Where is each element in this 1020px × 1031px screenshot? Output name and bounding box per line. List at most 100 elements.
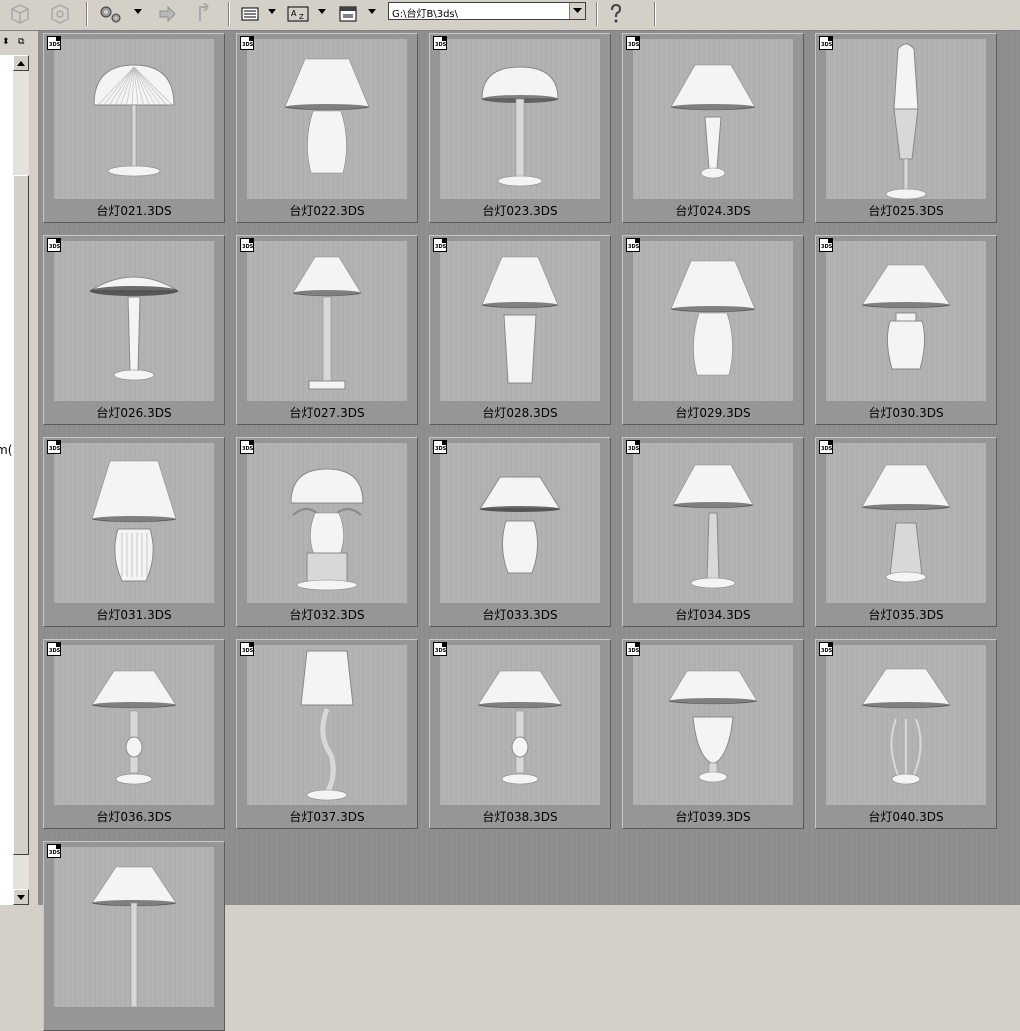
3ds-file-icon: 3DS <box>240 238 254 252</box>
lamp-preview-image <box>247 39 407 199</box>
file-type-label: 3DS <box>821 446 833 452</box>
file-name: 台灯025.3DS <box>868 204 944 218</box>
lamp-preview-image <box>54 241 214 401</box>
export-icon[interactable] <box>154 2 180 26</box>
file-thumbnail[interactable]: 3DS 台灯032.3DS <box>236 437 418 627</box>
scroll-up-button[interactable] <box>13 55 29 71</box>
lamp-preview-image <box>633 443 793 603</box>
render-icon[interactable] <box>6 2 34 26</box>
file-thumbnail[interactable]: 3DS 台灯028.3DS <box>429 235 611 425</box>
lamp-preview-image <box>54 443 214 603</box>
file-name: 台灯023.3DS <box>482 204 558 218</box>
svg-text:A: A <box>291 9 297 18</box>
3ds-file-icon: 3DS <box>47 642 61 656</box>
file-thumbnail[interactable]: 3DS 台灯037.3DS <box>236 639 418 829</box>
file-thumbnail[interactable]: 3DS 台灯024.3DS <box>622 33 804 223</box>
file-type-label: 3DS <box>49 446 61 452</box>
chevron-down-icon[interactable] <box>268 9 276 14</box>
lamp-preview-image <box>826 241 986 401</box>
3ds-file-icon: 3DS <box>47 440 61 454</box>
file-name: 台灯026.3DS <box>96 406 172 420</box>
file-type-label: 3DS <box>49 244 61 250</box>
file-type-label: 3DS <box>435 446 447 452</box>
lamp-preview-image <box>826 645 986 805</box>
sort-az-icon[interactable]: AZ <box>286 2 310 26</box>
thumbnail-gallery[interactable]: 3DS 台灯021.3DS 3DS 台灯022.3DS 3DS 台灯023.3DS 3DS 台… <box>38 31 1020 1031</box>
file-thumbnail[interactable]: 3DS 台灯030.3DS <box>815 235 997 425</box>
file-thumbnail[interactable]: 3DS 台灯033.3DS <box>429 437 611 627</box>
svg-text:Z: Z <box>299 13 304 21</box>
3ds-file-icon: 3DS <box>626 36 640 50</box>
toolbar-separator <box>596 2 598 26</box>
resize-icon[interactable]: ⬍ <box>2 37 10 47</box>
chevron-down-icon[interactable] <box>368 9 376 14</box>
toolbar-separator <box>228 2 230 26</box>
toolbar-separator <box>86 2 88 26</box>
file-thumbnail[interactable]: 3DS 台灯021.3DS <box>43 33 225 223</box>
restore-icon[interactable]: ⧉ <box>18 37 24 47</box>
vertical-scrollbar[interactable] <box>13 55 29 905</box>
3ds-file-icon: 3DS <box>47 238 61 252</box>
lamp-preview-image <box>54 645 214 805</box>
file-thumbnail[interactable]: 3DS 台灯038.3DS <box>429 639 611 829</box>
file-name: 台灯039.3DS <box>675 810 751 824</box>
scroll-down-button[interactable] <box>13 889 29 905</box>
lamp-preview-image <box>247 241 407 401</box>
file-name: 台灯035.3DS <box>868 608 944 622</box>
file-thumbnail[interactable]: 3DS 台灯025.3DS <box>815 33 997 223</box>
file-type-label: 3DS <box>49 42 61 48</box>
file-thumbnail[interactable]: 3DS 台灯034.3DS <box>622 437 804 627</box>
3ds-file-icon: 3DS <box>47 36 61 50</box>
render2-icon[interactable] <box>46 2 74 26</box>
file-thumbnail[interactable]: 3DS 台灯039.3DS <box>622 639 804 829</box>
settings-icon[interactable] <box>94 2 128 26</box>
file-thumbnail[interactable]: 3DS 台灯027.3DS <box>236 235 418 425</box>
lamp-preview-image <box>54 847 214 1007</box>
3ds-file-icon: 3DS <box>47 844 61 858</box>
file-type-label: 3DS <box>435 648 447 654</box>
lamp-preview-image <box>247 443 407 603</box>
file-name: 台灯027.3DS <box>289 406 365 420</box>
chevron-down-icon[interactable] <box>318 9 326 14</box>
3ds-file-icon: 3DS <box>626 440 640 454</box>
3ds-file-icon: 3DS <box>626 642 640 656</box>
file-name: 台灯022.3DS <box>289 204 365 218</box>
import-icon[interactable] <box>192 2 218 26</box>
left-list[interactable]: m( <box>0 55 14 905</box>
lamp-preview-image <box>54 39 214 199</box>
file-thumbnail[interactable]: 3DS 台灯023.3DS <box>429 33 611 223</box>
lamp-preview-image <box>633 39 793 199</box>
file-thumbnail[interactable]: 3DS <box>43 841 225 1031</box>
list-view-icon[interactable] <box>238 2 262 26</box>
3ds-file-icon: 3DS <box>240 36 254 50</box>
left-list-label: m( <box>0 443 13 457</box>
file-name: 台灯024.3DS <box>675 204 751 218</box>
help-icon[interactable] <box>604 2 628 26</box>
file-name: 台灯030.3DS <box>868 406 944 420</box>
file-thumbnail[interactable]: 3DS 台灯026.3DS <box>43 235 225 425</box>
file-name: 台灯037.3DS <box>289 810 365 824</box>
file-thumbnail[interactable]: 3DS 台灯035.3DS <box>815 437 997 627</box>
file-type-label: 3DS <box>628 244 640 250</box>
file-thumbnail[interactable]: 3DS 台灯022.3DS <box>236 33 418 223</box>
lamp-preview-image <box>440 443 600 603</box>
file-thumbnail[interactable]: 3DS 台灯031.3DS <box>43 437 225 627</box>
lamp-preview-image <box>633 241 793 401</box>
3ds-file-icon: 3DS <box>240 642 254 656</box>
3ds-file-icon: 3DS <box>433 440 447 454</box>
lamp-preview-image <box>633 645 793 805</box>
file-name: 台灯031.3DS <box>96 608 172 622</box>
file-type-label: 3DS <box>435 42 447 48</box>
chevron-down-icon[interactable] <box>134 9 142 14</box>
path-dropdown[interactable]: G:\台灯B\3ds\ <box>388 2 586 20</box>
file-type-label: 3DS <box>821 42 833 48</box>
window-icon[interactable] <box>336 2 360 26</box>
path-dropdown-button[interactable] <box>569 3 585 19</box>
file-thumbnail[interactable]: 3DS 台灯036.3DS <box>43 639 225 829</box>
file-thumbnail[interactable]: 3DS 台灯029.3DS <box>622 235 804 425</box>
scroll-thumb[interactable] <box>13 175 29 855</box>
file-type-label: 3DS <box>628 42 640 48</box>
file-thumbnail[interactable]: 3DS 台灯040.3DS <box>815 639 997 829</box>
file-name: 台灯033.3DS <box>482 608 558 622</box>
lamp-preview-image <box>826 39 986 199</box>
